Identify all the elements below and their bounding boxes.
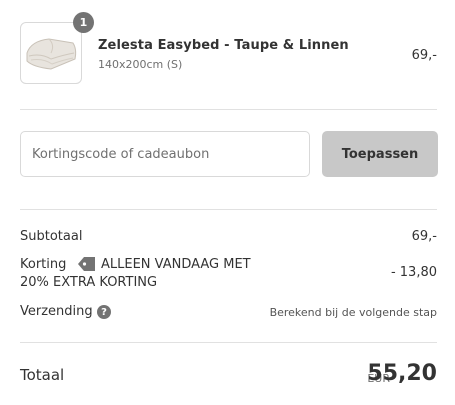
shipping-label: Verzending [20,304,93,319]
discount-code-line-1: ALLEEN VANDAAG MET [101,257,251,272]
help-circle-icon[interactable]: ? [97,305,111,319]
tag-icon [77,256,97,276]
discount-value: - 13,80 [390,265,437,280]
product-thumbnail [20,22,82,84]
product-variant: 140x200cm (S) [98,58,183,71]
apply-discount-button[interactable]: Toepassen [322,131,438,177]
discount-code-line-2: 20% EXTRA KORTING [20,275,158,290]
total-label: Totaal [20,366,65,384]
total-value: 55,20 [367,361,437,386]
subtotal-value: 69,- [411,229,437,244]
product-name: Zelesta Easybed - Taupe & Linnen [98,38,349,53]
discount-label: Korting [20,257,67,272]
quantity-badge: 1 [73,12,94,33]
divider [20,209,437,210]
product-price: 69,- [411,48,437,63]
subtotal-label: Subtotaal [20,229,83,244]
discount-code-input[interactable] [20,131,310,177]
divider [20,109,437,110]
shipping-value: Berekend bij de volgende stap [269,306,437,319]
duvet-image [26,38,77,70]
divider [20,342,437,343]
